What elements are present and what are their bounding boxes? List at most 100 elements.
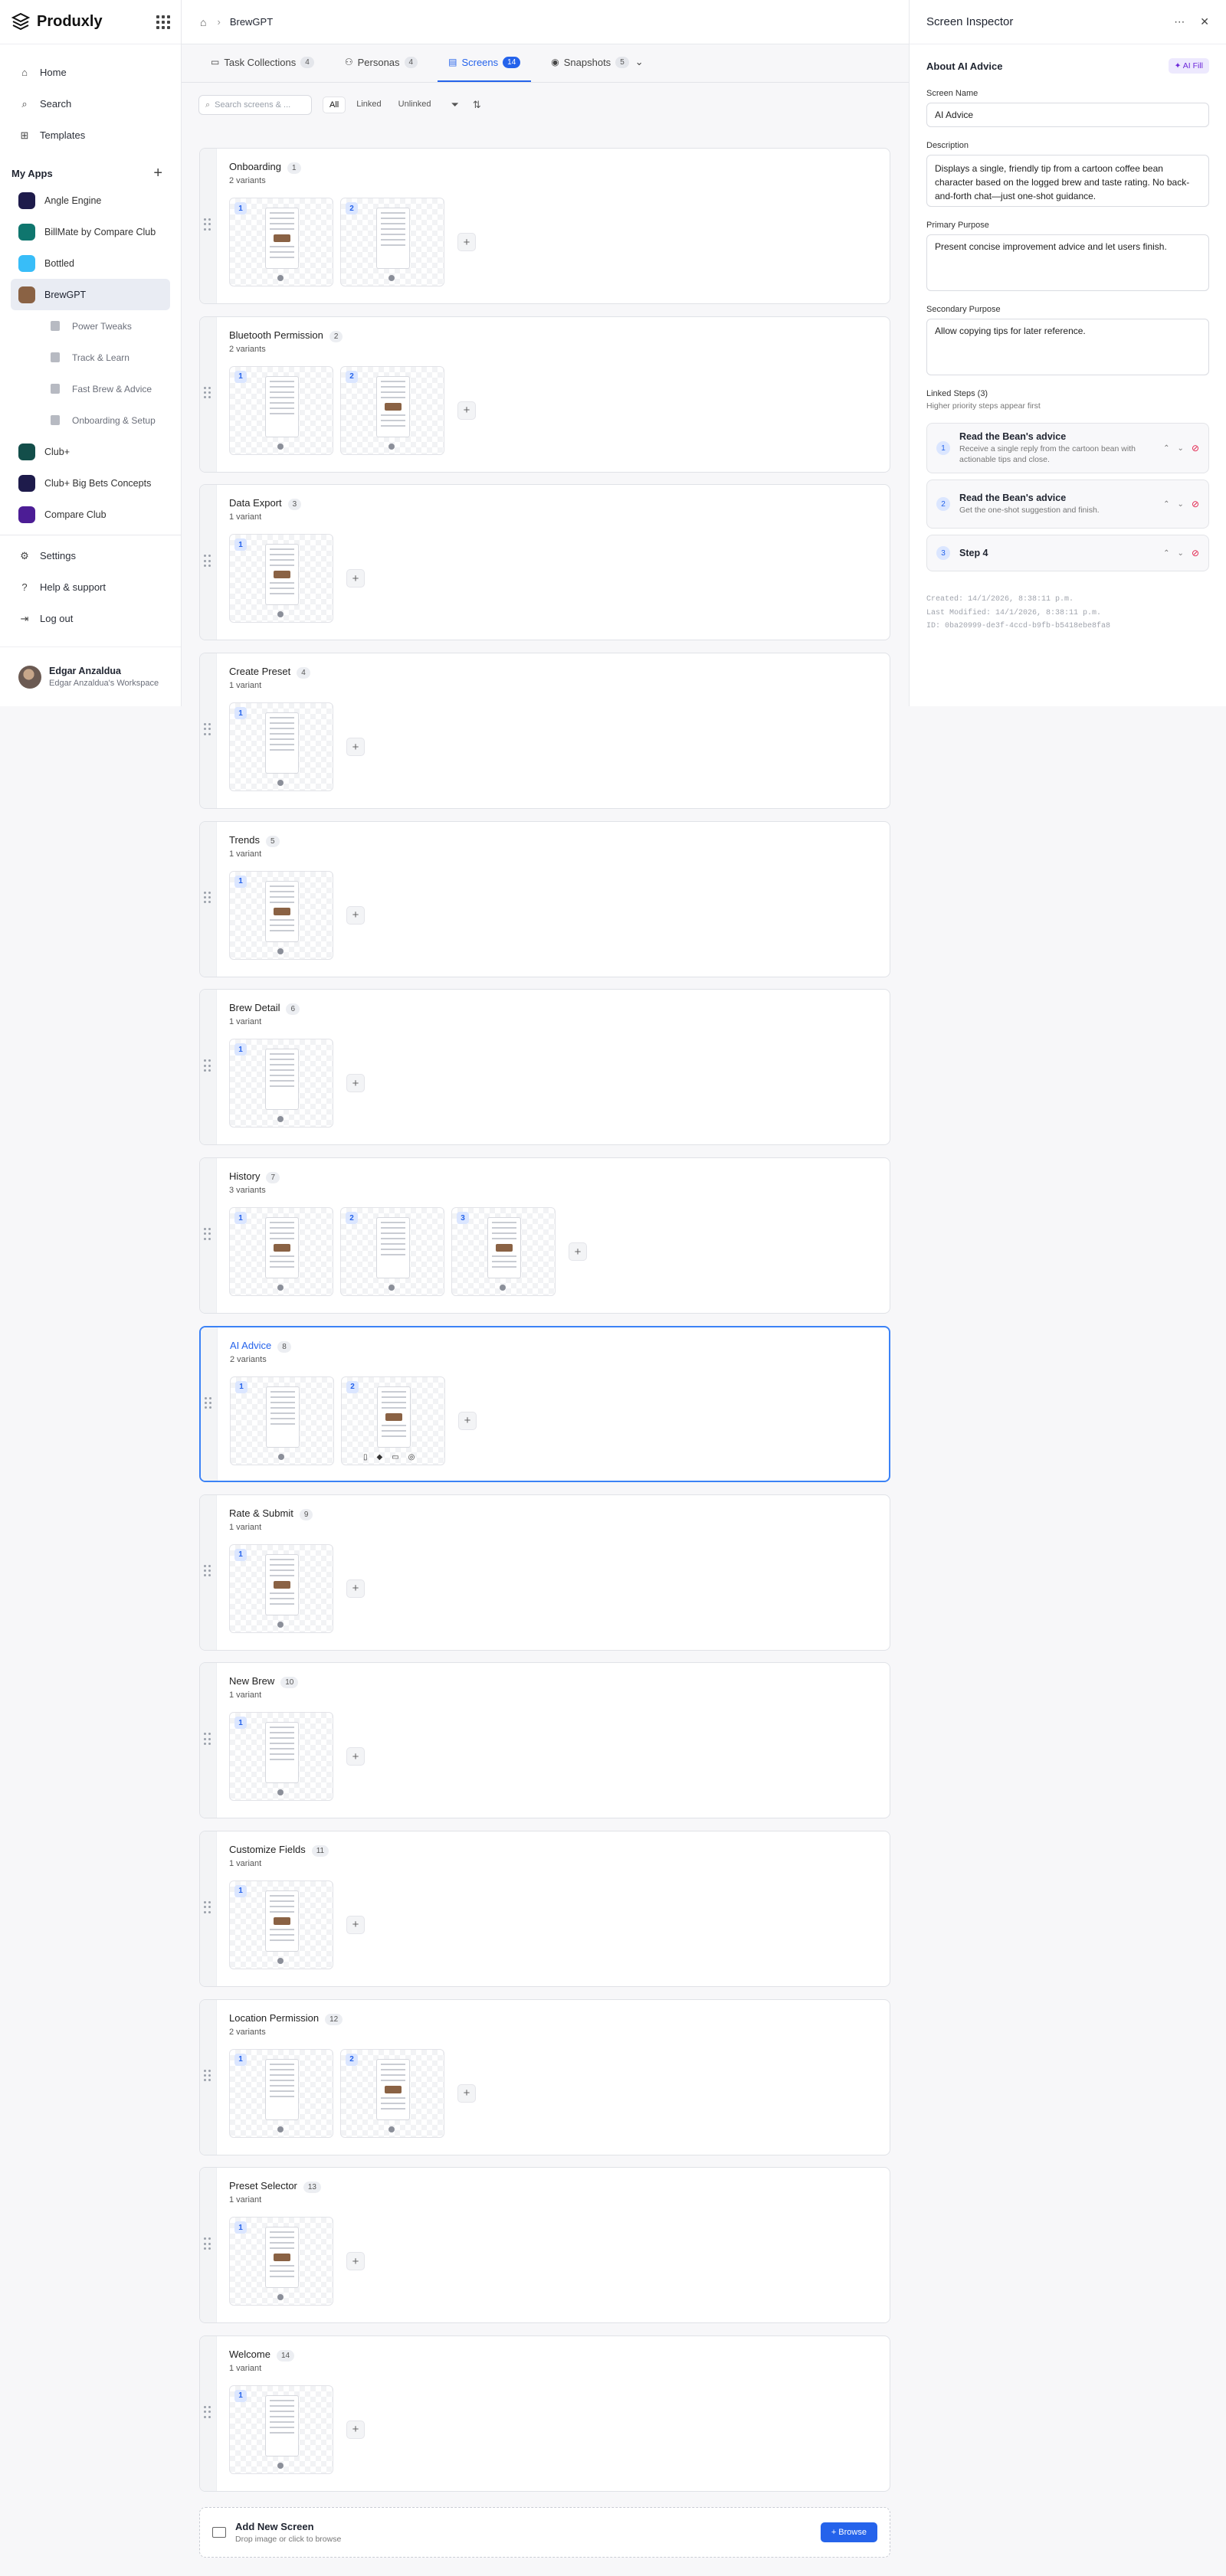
variant-thumbnail[interactable]: 1 <box>229 2217 333 2306</box>
browse-button[interactable]: + Browse <box>820 2522 877 2542</box>
sidebar-app-compare-club[interactable]: Compare Club <box>11 499 170 530</box>
device-icon[interactable]: ▭ <box>392 1453 398 1461</box>
sidebar-subitem[interactable]: Power Tweaks <box>11 310 170 342</box>
apps-grid-icon[interactable] <box>156 15 170 29</box>
filter-all[interactable]: All <box>323 97 346 113</box>
device-icon[interactable]: ▯ <box>363 1453 368 1461</box>
add-variant-button[interactable]: + <box>346 1074 365 1093</box>
add-variant-button[interactable]: + <box>346 1747 365 1766</box>
screen-card[interactable]: Trends 5 1 variant 1 + <box>199 820 890 977</box>
screen-card[interactable]: Onboarding 1 2 variants 1 2 + <box>199 148 890 304</box>
variant-thumbnail[interactable]: 1 <box>229 1039 333 1128</box>
linked-step[interactable]: 1 Read the Bean's advice Receive a single … <box>926 423 1209 474</box>
add-variant-button[interactable]: + <box>346 2420 365 2439</box>
sidebar-item-settings[interactable]: ⚙ Settings <box>11 540 170 571</box>
sidebar-subitem[interactable]: Track & Learn <box>11 342 170 373</box>
ai-fill-button[interactable]: ✦ AI Fill <box>1168 58 1209 74</box>
tab-task-collections[interactable]: ▭ Task Collections 4 <box>200 44 325 82</box>
drag-handle-icon[interactable] <box>204 1228 211 1240</box>
sidebar-item-search[interactable]: ⌕ Search <box>11 88 170 119</box>
screen-card[interactable]: Create Preset 4 1 variant 1 + <box>199 653 890 810</box>
chevron-up-icon[interactable]: ⌃ <box>1163 500 1169 509</box>
chevron-down-icon[interactable]: ⌄ <box>635 56 644 68</box>
variant-thumbnail[interactable]: 1 <box>229 702 333 792</box>
screen-card[interactable]: Welcome 14 1 variant 1 + <box>199 2335 890 2492</box>
drag-handle-icon[interactable] <box>204 891 211 904</box>
sidebar-subitem[interactable]: Fast Brew & Advice <box>11 373 170 404</box>
sidebar-item-home[interactable]: ⌂ Home <box>11 57 170 88</box>
device-selector[interactable]: ▯ ◆ ▭ ◎ <box>363 1453 415 1461</box>
sidebar-app-billmate-by-compare-club[interactable]: BillMate by Compare Club <box>11 216 170 247</box>
sidebar-app-brewgpt[interactable]: BrewGPT <box>11 279 170 310</box>
add-new-screen-dropzone[interactable]: Add New Screen Drop image or click to br… <box>199 2507 890 2558</box>
drag-handle-icon[interactable] <box>204 2069 211 2082</box>
variant-thumbnail[interactable]: 2 ▯ ◆ ▭ ◎ <box>341 1376 445 1465</box>
chevron-down-icon[interactable]: ⌄ <box>1178 500 1184 509</box>
screen-card[interactable]: Preset Selector 13 1 variant 1 + <box>199 2167 890 2324</box>
device-icon[interactable]: ◆ <box>377 1453 383 1461</box>
sidebar-item-log-out[interactable]: ⇥ Log out <box>11 603 170 634</box>
screen-card[interactable]: Bluetooth Permission 2 2 variants 1 2 + <box>199 316 890 473</box>
add-variant-button[interactable]: + <box>346 2252 365 2271</box>
chevron-down-icon[interactable]: ⌄ <box>1178 444 1184 453</box>
chevron-up-icon[interactable]: ⌃ <box>1163 444 1169 453</box>
drag-handle-icon[interactable] <box>204 1059 211 1072</box>
variant-thumbnail[interactable]: 2 <box>340 2048 444 2138</box>
drag-handle-icon[interactable] <box>205 1396 212 1409</box>
drag-handle-icon[interactable] <box>204 218 211 231</box>
close-icon[interactable]: ✕ <box>1200 15 1209 28</box>
drag-handle-icon[interactable] <box>204 723 211 735</box>
variant-thumbnail[interactable]: 1 <box>229 1543 333 1633</box>
home-icon[interactable]: ⌂ <box>200 16 206 28</box>
unlink-icon[interactable]: ⊘ <box>1192 443 1199 453</box>
variant-thumbnail[interactable]: 1 <box>229 534 333 624</box>
variant-thumbnail[interactable]: 2 <box>340 198 444 286</box>
drag-handle-icon[interactable] <box>204 386 211 399</box>
add-variant-button[interactable]: + <box>346 905 365 925</box>
variant-thumbnail[interactable]: 1 <box>229 1712 333 1802</box>
drag-handle-icon[interactable] <box>204 2237 211 2250</box>
description-field[interactable]: Displays a single, friendly tip from a c… <box>926 155 1209 207</box>
unlink-icon[interactable]: ⊘ <box>1192 499 1199 509</box>
sidebar-app-bottled[interactable]: Bottled <box>11 247 170 279</box>
screen-card[interactable]: New Brew 10 1 variant 1 + <box>199 1662 890 1819</box>
variant-thumbnail[interactable]: 2 <box>340 365 444 455</box>
drag-handle-icon[interactable] <box>204 555 211 568</box>
variant-thumbnail[interactable]: 1 <box>229 2048 333 2138</box>
linked-step[interactable]: 3 Step 4 ⌃ ⌄ ⊘ <box>926 535 1209 572</box>
sort-icon[interactable]: ⇅ <box>473 99 481 111</box>
user-profile[interactable]: Edgar Anzaldua Edgar Anzaldua's Workspac… <box>0 646 181 706</box>
add-variant-button[interactable]: + <box>457 2083 476 2103</box>
variant-thumbnail[interactable]: 1 <box>229 1880 333 1969</box>
filter-linked[interactable]: Linked <box>350 97 387 113</box>
secondary-purpose-field[interactable]: Allow copying tips for later reference. <box>926 319 1209 375</box>
device-icon[interactable]: ◎ <box>408 1453 415 1461</box>
add-app-icon[interactable]: + <box>153 165 162 182</box>
drag-handle-icon[interactable] <box>204 2405 211 2418</box>
screen-card[interactable]: Location Permission 12 2 variants 1 2 + <box>199 1998 890 2155</box>
screen-card[interactable]: Brew Detail 6 1 variant 1 + <box>199 989 890 1146</box>
unlink-icon[interactable]: ⊘ <box>1192 548 1199 558</box>
sidebar-app-club-[interactable]: Club+ <box>11 436 170 467</box>
variant-thumbnail[interactable]: 1 <box>229 2385 333 2474</box>
add-variant-button[interactable]: + <box>458 1411 477 1430</box>
add-variant-button[interactable]: + <box>346 1915 365 1934</box>
drag-handle-icon[interactable] <box>204 1564 211 1577</box>
sidebar-app-club-big-bets-concepts[interactable]: Club+ Big Bets Concepts <box>11 467 170 499</box>
primary-purpose-field[interactable]: Present concise improvement advice and l… <box>926 234 1209 291</box>
add-variant-button[interactable]: + <box>346 1579 365 1598</box>
search-input[interactable]: ⌕ Search screens & ... <box>198 95 312 115</box>
variant-thumbnail[interactable]: 1 <box>229 198 333 286</box>
more-icon[interactable]: ⋯ <box>1174 15 1185 28</box>
add-variant-button[interactable]: + <box>457 233 476 251</box>
chevron-down-icon[interactable]: ⌄ <box>1178 549 1184 558</box>
sidebar-item-help-support[interactable]: ? Help & support <box>11 571 170 603</box>
filter-unlinked[interactable]: Unlinked <box>392 97 438 113</box>
filter-icon[interactable]: ⏷ <box>451 99 458 111</box>
add-variant-button[interactable]: + <box>457 401 476 420</box>
screen-card[interactable]: AI Advice 8 2 variants 1 2 ▯ ◆ ▭ ◎ + <box>199 1325 890 1482</box>
drag-handle-icon[interactable] <box>204 1900 211 1913</box>
tab-snapshots[interactable]: ◉ Snapshots 5 ⌄ <box>540 44 654 82</box>
tab-personas[interactable]: ⚇ Personas 4 <box>334 44 428 82</box>
chevron-up-icon[interactable]: ⌃ <box>1163 549 1169 558</box>
